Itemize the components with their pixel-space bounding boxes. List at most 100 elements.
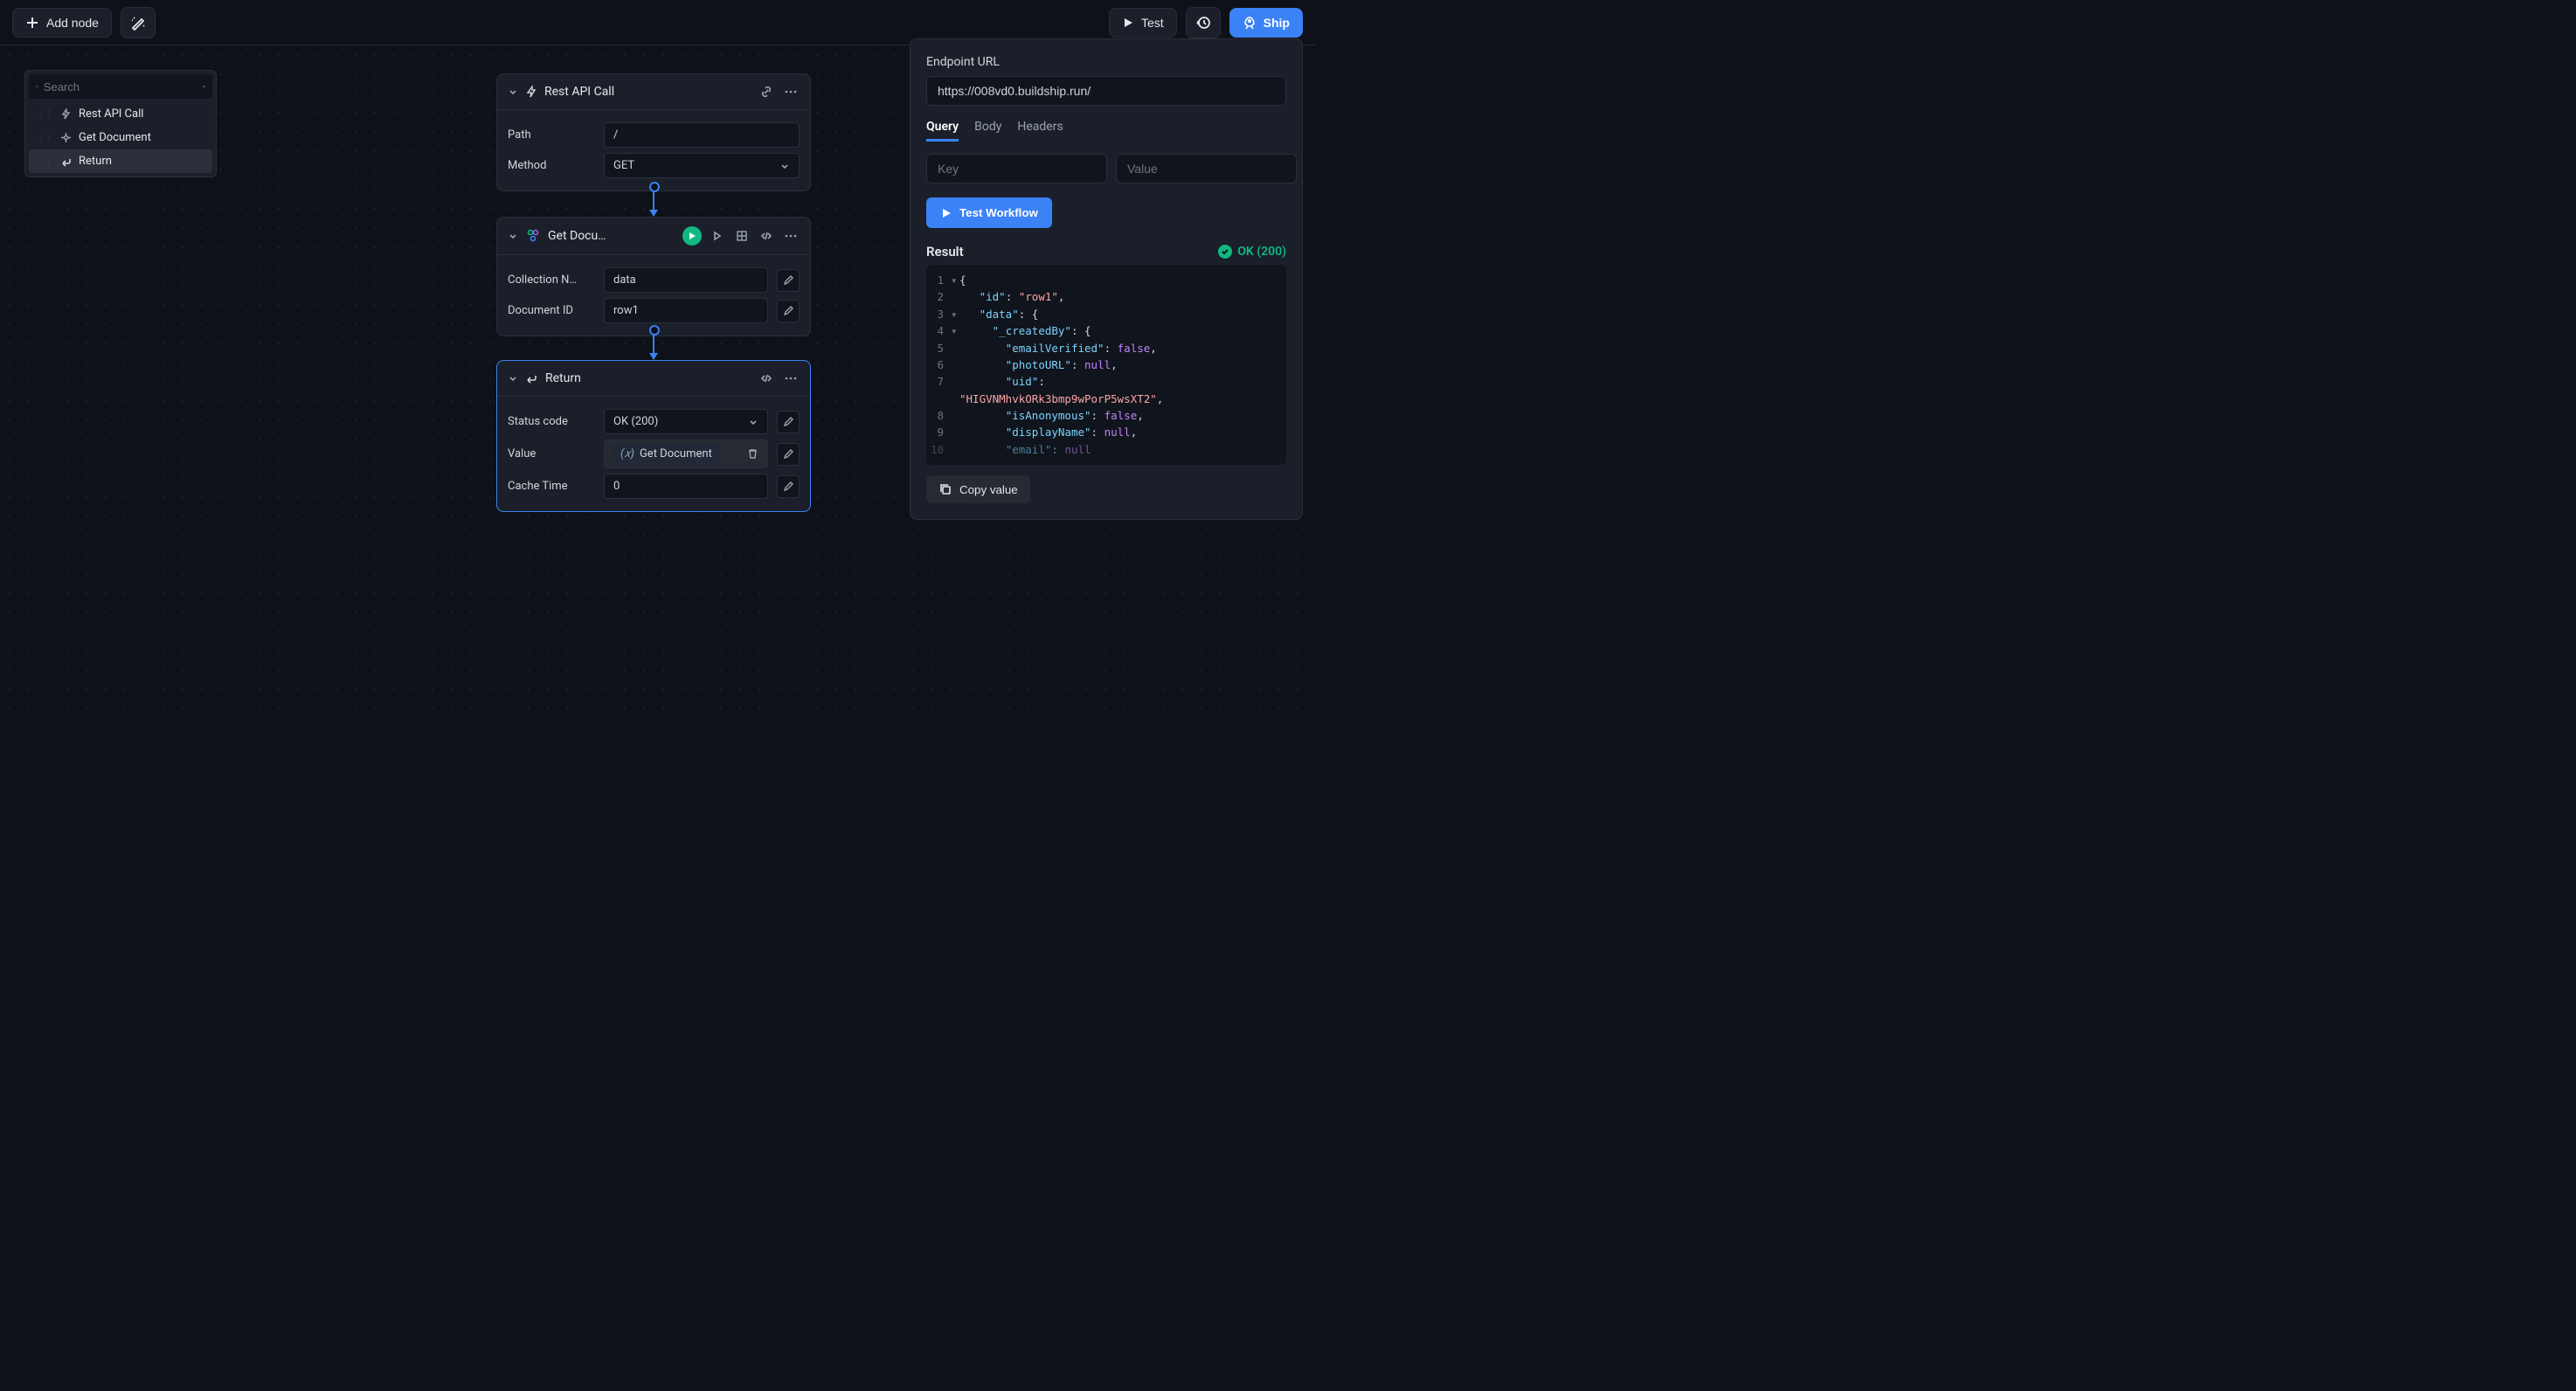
node-icon bbox=[60, 132, 72, 143]
tree-item-return[interactable]: ⋮⋮ Return bbox=[29, 149, 212, 173]
node-getdoc[interactable]: Get Docu… Collection N… data Document ID… bbox=[496, 217, 811, 336]
drag-handle-icon: ⋮⋮ bbox=[36, 156, 53, 166]
check-icon bbox=[1218, 245, 1232, 259]
docid-input[interactable]: row1 bbox=[604, 298, 768, 323]
result-json[interactable]: 1▾{ 2 "id": "row1", 3▾ "data": { 4▾ "_cr… bbox=[926, 265, 1286, 465]
table-icon[interactable] bbox=[733, 227, 751, 245]
magic-wand-button[interactable] bbox=[121, 7, 156, 38]
test-button[interactable]: Test bbox=[1109, 8, 1177, 38]
pencil-icon bbox=[783, 481, 793, 492]
search-row bbox=[29, 74, 212, 99]
bolt-icon bbox=[525, 86, 537, 98]
code-icon[interactable] bbox=[758, 227, 775, 245]
tree-item-label: Return bbox=[79, 155, 112, 168]
field-label-cache: Cache Time bbox=[508, 480, 595, 493]
search-input[interactable] bbox=[44, 80, 197, 93]
cache-input[interactable]: 0 bbox=[604, 474, 768, 499]
tree-item-restapi[interactable]: ⋮⋮ Rest API Call bbox=[29, 102, 212, 126]
collapse-tree-icon[interactable] bbox=[203, 80, 205, 93]
chevron-down-icon[interactable] bbox=[508, 231, 518, 241]
pencil-icon bbox=[783, 275, 793, 286]
pencil-icon bbox=[783, 449, 793, 460]
edit-button[interactable] bbox=[777, 411, 800, 433]
step-icon[interactable] bbox=[709, 227, 726, 245]
edit-button[interactable] bbox=[777, 269, 800, 292]
play-icon bbox=[940, 207, 952, 219]
return-icon bbox=[525, 372, 538, 385]
ship-label: Ship bbox=[1264, 16, 1290, 30]
pencil-icon bbox=[783, 417, 793, 427]
chevron-down-icon bbox=[779, 161, 790, 171]
magic-wand-icon bbox=[130, 15, 146, 31]
node-return[interactable]: Return Status code OK (200) Value (𝑥) Ge… bbox=[496, 360, 811, 512]
tab-headers[interactable]: Headers bbox=[1017, 120, 1063, 142]
method-select[interactable]: GET bbox=[604, 153, 800, 178]
node-title: Get Docu… bbox=[548, 229, 675, 243]
node-title: Rest API Call bbox=[544, 85, 751, 99]
pencil-icon bbox=[783, 306, 793, 316]
path-input[interactable]: / bbox=[604, 122, 800, 148]
field-label-docid: Document ID bbox=[508, 304, 595, 317]
link-icon[interactable] bbox=[758, 83, 775, 100]
field-label-method: Method bbox=[508, 159, 595, 172]
tab-query[interactable]: Query bbox=[926, 120, 959, 142]
node-restapi[interactable]: Rest API Call Path / Method GET bbox=[496, 73, 811, 191]
node-header: Return bbox=[497, 361, 810, 397]
result-header: Result OK (200) bbox=[926, 244, 1286, 260]
value-input[interactable] bbox=[1116, 154, 1297, 183]
search-icon bbox=[36, 80, 38, 93]
query-param-row bbox=[926, 154, 1286, 183]
edit-button[interactable] bbox=[777, 300, 800, 322]
return-icon bbox=[60, 156, 72, 167]
field-label-path: Path bbox=[508, 128, 595, 142]
tab-body[interactable]: Body bbox=[974, 120, 1001, 142]
more-icon[interactable] bbox=[782, 83, 800, 100]
value-chip[interactable]: (𝑥) Get Document bbox=[604, 439, 768, 468]
side-panel: Endpoint URL Query Body Headers Test Wor… bbox=[910, 38, 1303, 520]
result-title: Result bbox=[926, 244, 964, 260]
drag-handle-icon: ⋮⋮ bbox=[36, 133, 53, 142]
chevron-down-icon[interactable] bbox=[508, 87, 518, 97]
tree-item-label: Get Document bbox=[79, 131, 151, 144]
ship-button[interactable]: Ship bbox=[1229, 8, 1303, 38]
play-icon bbox=[688, 232, 696, 240]
node-header: Rest API Call bbox=[497, 74, 810, 110]
variable-icon: (𝑥) bbox=[620, 447, 634, 460]
status-select[interactable]: OK (200) bbox=[604, 409, 768, 434]
run-node-button[interactable] bbox=[682, 226, 702, 246]
field-label-status: Status code bbox=[508, 415, 595, 428]
edit-button[interactable] bbox=[777, 475, 800, 498]
endpoint-label: Endpoint URL bbox=[926, 55, 1286, 69]
node-title: Return bbox=[545, 371, 751, 385]
connector bbox=[653, 330, 654, 358]
more-icon[interactable] bbox=[782, 370, 800, 387]
copy-value-button[interactable]: Copy value bbox=[926, 475, 1030, 503]
play-icon bbox=[1122, 17, 1134, 29]
history-button[interactable] bbox=[1186, 7, 1221, 38]
collection-input[interactable]: data bbox=[604, 267, 768, 293]
code-icon[interactable] bbox=[758, 370, 775, 387]
add-node-label: Add node bbox=[46, 16, 99, 30]
field-label-collection: Collection N… bbox=[508, 273, 595, 287]
edit-button[interactable] bbox=[777, 443, 800, 466]
rocket-icon bbox=[1243, 16, 1257, 30]
more-icon[interactable] bbox=[782, 227, 800, 245]
key-input[interactable] bbox=[926, 154, 1107, 183]
connector bbox=[653, 187, 654, 215]
bolt-icon bbox=[60, 108, 72, 120]
chevron-down-icon bbox=[748, 417, 758, 427]
add-node-button[interactable]: Add node bbox=[12, 8, 112, 38]
endpoint-input[interactable] bbox=[926, 76, 1286, 106]
field-label-value: Value bbox=[508, 447, 595, 460]
ok-status: OK (200) bbox=[1218, 245, 1286, 259]
drag-handle-icon: ⋮⋮ bbox=[36, 109, 53, 119]
tree-item-label: Rest API Call bbox=[79, 107, 143, 121]
history-icon bbox=[1195, 15, 1211, 31]
tree-item-getdoc[interactable]: ⋮⋮ Get Document bbox=[29, 126, 212, 149]
tree-panel: ⋮⋮ Rest API Call ⋮⋮ Get Document ⋮⋮ Retu… bbox=[24, 70, 217, 177]
chevron-down-icon[interactable] bbox=[508, 373, 518, 384]
test-workflow-button[interactable]: Test Workflow bbox=[926, 197, 1052, 228]
node-header: Get Docu… bbox=[497, 218, 810, 255]
trash-icon[interactable] bbox=[747, 448, 758, 460]
test-label: Test bbox=[1141, 16, 1164, 30]
